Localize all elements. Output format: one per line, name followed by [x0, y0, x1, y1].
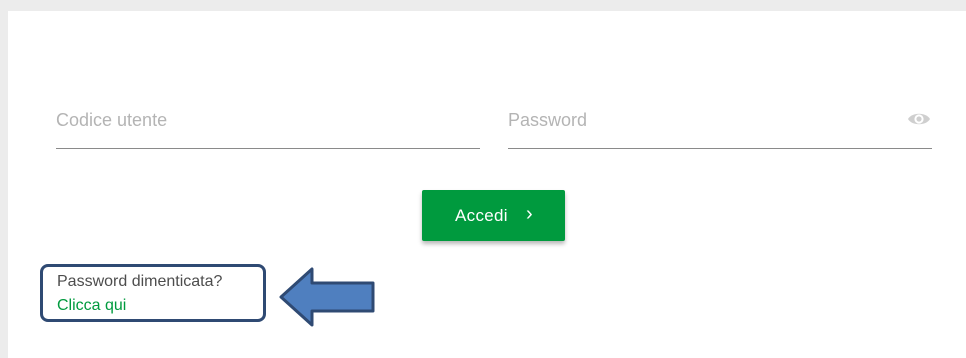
username-field[interactable]	[56, 96, 480, 149]
chevron-right-icon: ›	[526, 203, 533, 225]
arrow-left-icon	[279, 267, 375, 327]
password-input[interactable]	[508, 96, 888, 144]
login-button-label: Accedi	[455, 206, 508, 225]
password-field[interactable]	[508, 96, 932, 149]
forgot-password-link[interactable]: Clicca qui	[57, 297, 126, 315]
forgot-password-text: Password dimenticata?	[57, 273, 223, 290]
username-input[interactable]	[56, 96, 480, 144]
eye-icon[interactable]	[906, 106, 932, 132]
login-button[interactable]: Accedi ›	[422, 190, 565, 241]
